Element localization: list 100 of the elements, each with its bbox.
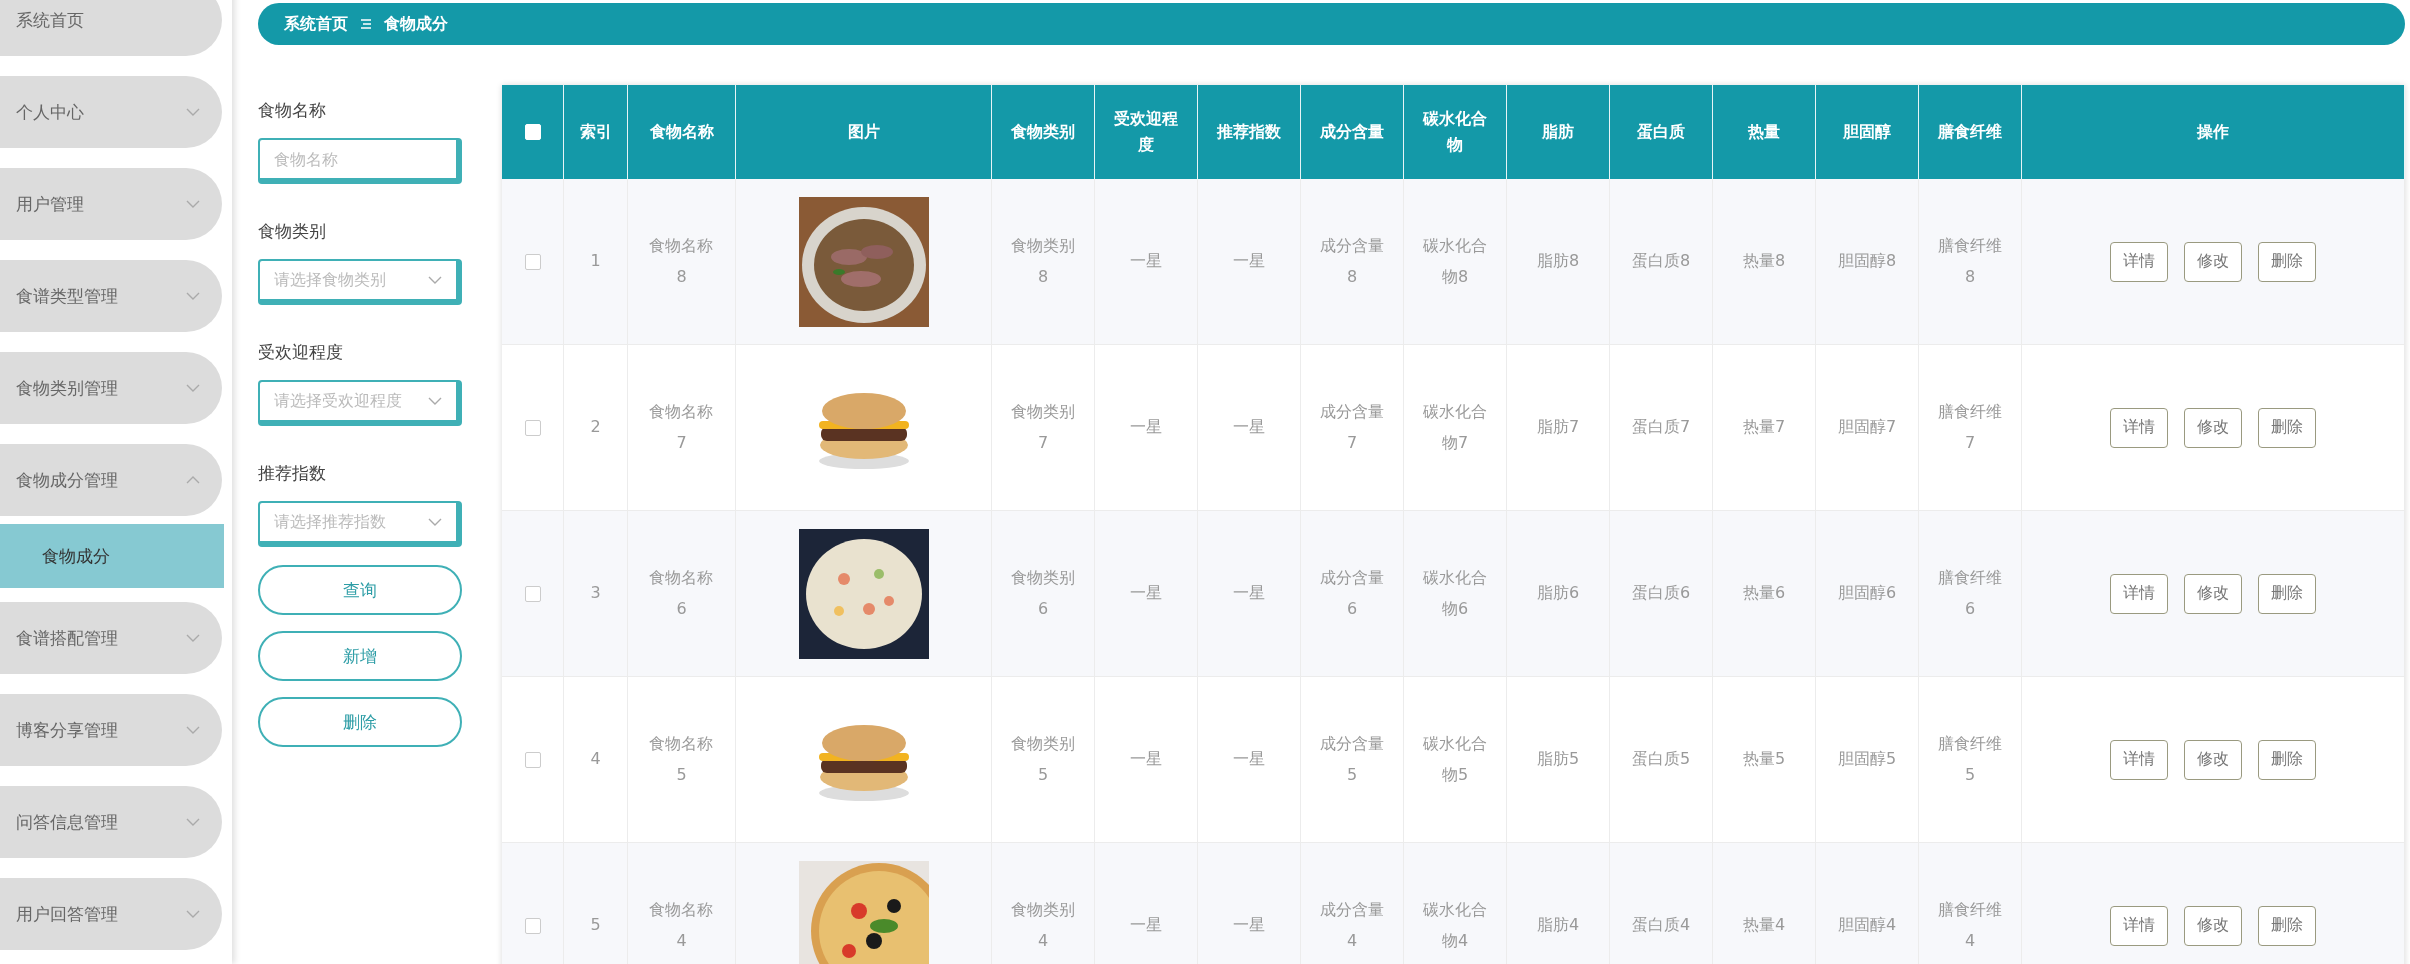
breadcrumb-link[interactable]: 系统首页 — [284, 13, 348, 35]
sidebar-item[interactable]: 个人中心 — [0, 76, 222, 148]
table-cell-text: 膳食纤维7 — [1937, 401, 2003, 454]
chevron-icon — [428, 276, 442, 284]
row-action-button[interactable]: 详情 — [2110, 905, 2168, 946]
table-cell-text: 碳水化合物5 — [1422, 733, 1488, 786]
table-cell-text: 脂肪4 — [1536, 914, 1580, 937]
table-cell-text: 3 — [590, 582, 601, 605]
column-header: 胆固醇 — [1816, 85, 1919, 179]
table-cell-text: 蛋白质6 — [1631, 582, 1691, 605]
column-header: 膳食纤维 — [1919, 85, 2022, 179]
sidebar-item[interactable]: 问答信息管理 — [0, 786, 222, 858]
checkbox[interactable] — [524, 917, 541, 934]
row-action-button[interactable]: 删除 — [2258, 241, 2316, 282]
row-action-button[interactable]: 修改 — [2184, 573, 2242, 614]
table-cell-text: 食物名称8 — [648, 235, 715, 288]
table-cell-text: 食物类别5 — [1010, 733, 1076, 786]
row-action-button[interactable]: 修改 — [2184, 905, 2242, 946]
field-label: 食物类别 — [258, 220, 327, 243]
table-cell-text: 热量4 — [1742, 914, 1786, 937]
table-cell-text: 蛋白质4 — [1631, 914, 1691, 937]
sidebar-item[interactable]: 博客分享管理 — [0, 694, 222, 766]
table-cell-text: 脂肪7 — [1536, 416, 1580, 439]
sidebar-item[interactable]: 食物成分管理 — [0, 444, 222, 516]
sidebar-item[interactable]: 用户回答管理 — [0, 878, 222, 950]
table-cell-text: 成分含量6 — [1319, 567, 1385, 620]
chevron-icon — [186, 476, 200, 484]
sidebar-subitem[interactable]: 食物成分 — [0, 524, 224, 588]
column-header: 成分含量 — [1301, 85, 1404, 179]
row-action-button[interactable]: 修改 — [2184, 739, 2242, 780]
sidebar-item[interactable]: 系统首页 — [0, 0, 222, 56]
table-cell-text: 食物类别8 — [1010, 235, 1076, 288]
table-cell-text: 膳食纤维8 — [1937, 235, 2003, 288]
column-header: 碳水化合物 — [1404, 85, 1507, 179]
row-action-button[interactable]: 详情 — [2110, 407, 2168, 448]
table-cell-text: 成分含量5 — [1319, 733, 1385, 786]
column-header: 操作 — [2022, 85, 2405, 179]
table-cell-text: 膳食纤维4 — [1937, 899, 2003, 952]
table-cell-text: 胆固醇8 — [1837, 250, 1897, 273]
table-cell-text: 蛋白质5 — [1631, 748, 1691, 771]
row-action-button[interactable]: 修改 — [2184, 407, 2242, 448]
table-cell-text: 蛋白质8 — [1631, 250, 1691, 273]
chevron-icon — [186, 292, 200, 300]
table-cell-text: 膳食纤维5 — [1937, 733, 2003, 786]
checkbox[interactable] — [524, 253, 541, 270]
input-field[interactable]: 食物名称 — [258, 138, 462, 184]
sidebar-item[interactable]: 用户管理 — [0, 168, 222, 240]
checkbox[interactable] — [524, 419, 541, 436]
table-cell-text: 胆固醇5 — [1837, 748, 1897, 771]
sidebar-item[interactable]: 食谱类型管理 — [0, 260, 222, 332]
chevron-icon — [428, 397, 442, 405]
row-action-button[interactable]: 删除 — [2258, 407, 2316, 448]
table-cell-text: 脂肪8 — [1536, 250, 1580, 273]
row-action-button[interactable]: 详情 — [2110, 241, 2168, 282]
table-cell-text: 碳水化合物7 — [1422, 401, 1488, 454]
chevron-icon — [186, 910, 200, 918]
action-button[interactable]: 新增 — [258, 631, 462, 681]
menu-icon — [360, 18, 372, 30]
table-cell-text: 膳食纤维6 — [1937, 567, 2003, 620]
row-action-button[interactable]: 修改 — [2184, 241, 2242, 282]
row-action-button[interactable]: 删除 — [2258, 905, 2316, 946]
table-cell-text: 一星 — [1233, 416, 1265, 439]
table-cell-text: 食物名称6 — [648, 567, 715, 620]
row-action-button[interactable]: 详情 — [2110, 573, 2168, 614]
column-header: 推荐指数 — [1198, 85, 1301, 179]
table-cell-text: 脂肪6 — [1536, 582, 1580, 605]
action-button[interactable]: 查询 — [258, 565, 462, 615]
column-header: 热量 — [1713, 85, 1816, 179]
table-cell-text: 成分含量4 — [1319, 899, 1385, 952]
row-action-button[interactable]: 删除 — [2258, 573, 2316, 614]
checkbox[interactable] — [524, 751, 541, 768]
table-cell-text: 1 — [590, 250, 601, 273]
chevron-icon — [186, 726, 200, 734]
table-cell-text: 胆固醇6 — [1837, 582, 1897, 605]
table-cell-text: 食物名称5 — [648, 733, 715, 786]
chevron-icon — [186, 818, 200, 826]
action-button[interactable]: 删除 — [258, 697, 462, 747]
table-cell-text: 一星 — [1130, 250, 1162, 273]
table-cell-text: 热量5 — [1742, 748, 1786, 771]
table-cell-text: 一星 — [1130, 914, 1162, 937]
sidebar-item[interactable]: 食物类别管理 — [0, 352, 222, 424]
table-cell-text: 热量6 — [1742, 582, 1786, 605]
checkbox[interactable] — [524, 585, 541, 602]
row-action-button[interactable]: 详情 — [2110, 739, 2168, 780]
table-cell-text: 成分含量8 — [1319, 235, 1385, 288]
row-action-button[interactable]: 删除 — [2258, 739, 2316, 780]
table-cell-text: 一星 — [1233, 748, 1265, 771]
sidebar-item[interactable]: 食谱搭配管理 — [0, 602, 222, 674]
column-header: 蛋白质 — [1610, 85, 1713, 179]
table-cell-text: 碳水化合物4 — [1422, 899, 1488, 952]
breadcrumb-current: 食物成分 — [384, 13, 448, 35]
table-cell-text: 一星 — [1233, 582, 1265, 605]
table-cell-text: 碳水化合物8 — [1422, 235, 1488, 288]
table-cell-text: 蛋白质7 — [1631, 416, 1691, 439]
column-header: 图片 — [736, 85, 992, 179]
table-cell-text: 热量7 — [1742, 416, 1786, 439]
column-header: 索引 — [564, 85, 628, 179]
column-header: 食物名称 — [628, 85, 736, 179]
chevron-icon — [186, 200, 200, 208]
table-cell-text: 脂肪5 — [1536, 748, 1580, 771]
